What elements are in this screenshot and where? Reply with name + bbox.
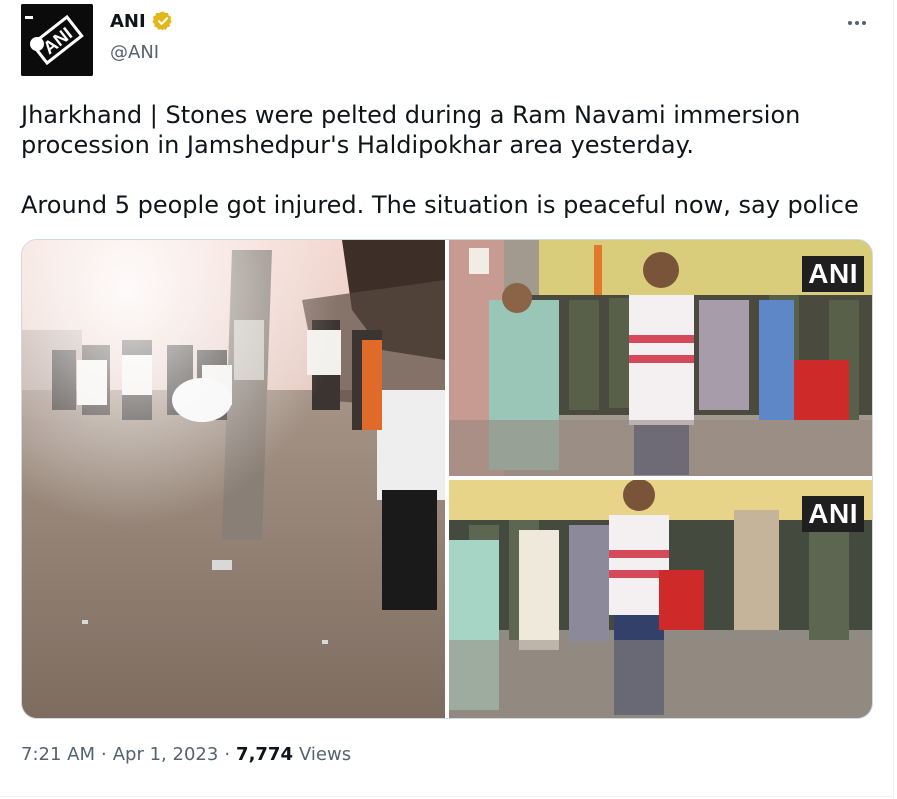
more-options-button[interactable] (842, 8, 872, 38)
ani-logo-icon: ANI (21, 4, 93, 76)
avatar[interactable]: ANI (21, 4, 93, 76)
ani-watermark: ANI (802, 496, 864, 532)
tweet-meta: 7:21 AM · Apr 1, 2023 · 7,774 Views (21, 744, 351, 765)
views-count[interactable]: 7,774 (236, 744, 293, 765)
photo-2[interactable]: ANI (449, 240, 872, 476)
media-grid: ANI ANI (21, 239, 873, 719)
author-name[interactable]: ANI (110, 11, 146, 32)
photo-1[interactable] (22, 240, 445, 718)
street-crowd-photo-icon (22, 240, 445, 718)
meta-separator: · (224, 744, 231, 765)
author-name-row: ANI (110, 10, 174, 32)
verified-badge-icon (152, 11, 172, 31)
tweet-date[interactable]: Apr 1, 2023 (113, 744, 219, 765)
tweet-time[interactable]: 7:21 AM (21, 744, 95, 765)
bottom-border (0, 796, 893, 797)
views-label: Views (298, 744, 352, 765)
ani-watermark: ANI (802, 256, 864, 292)
right-border (893, 0, 894, 799)
author-handle[interactable]: @ANI (110, 42, 159, 63)
more-horizontal-icon (848, 21, 866, 25)
meta-separator: · (101, 744, 107, 765)
tweet-text: Jharkhand | Stones were pelted during a … (21, 101, 859, 219)
photo-3[interactable]: ANI (449, 480, 872, 718)
